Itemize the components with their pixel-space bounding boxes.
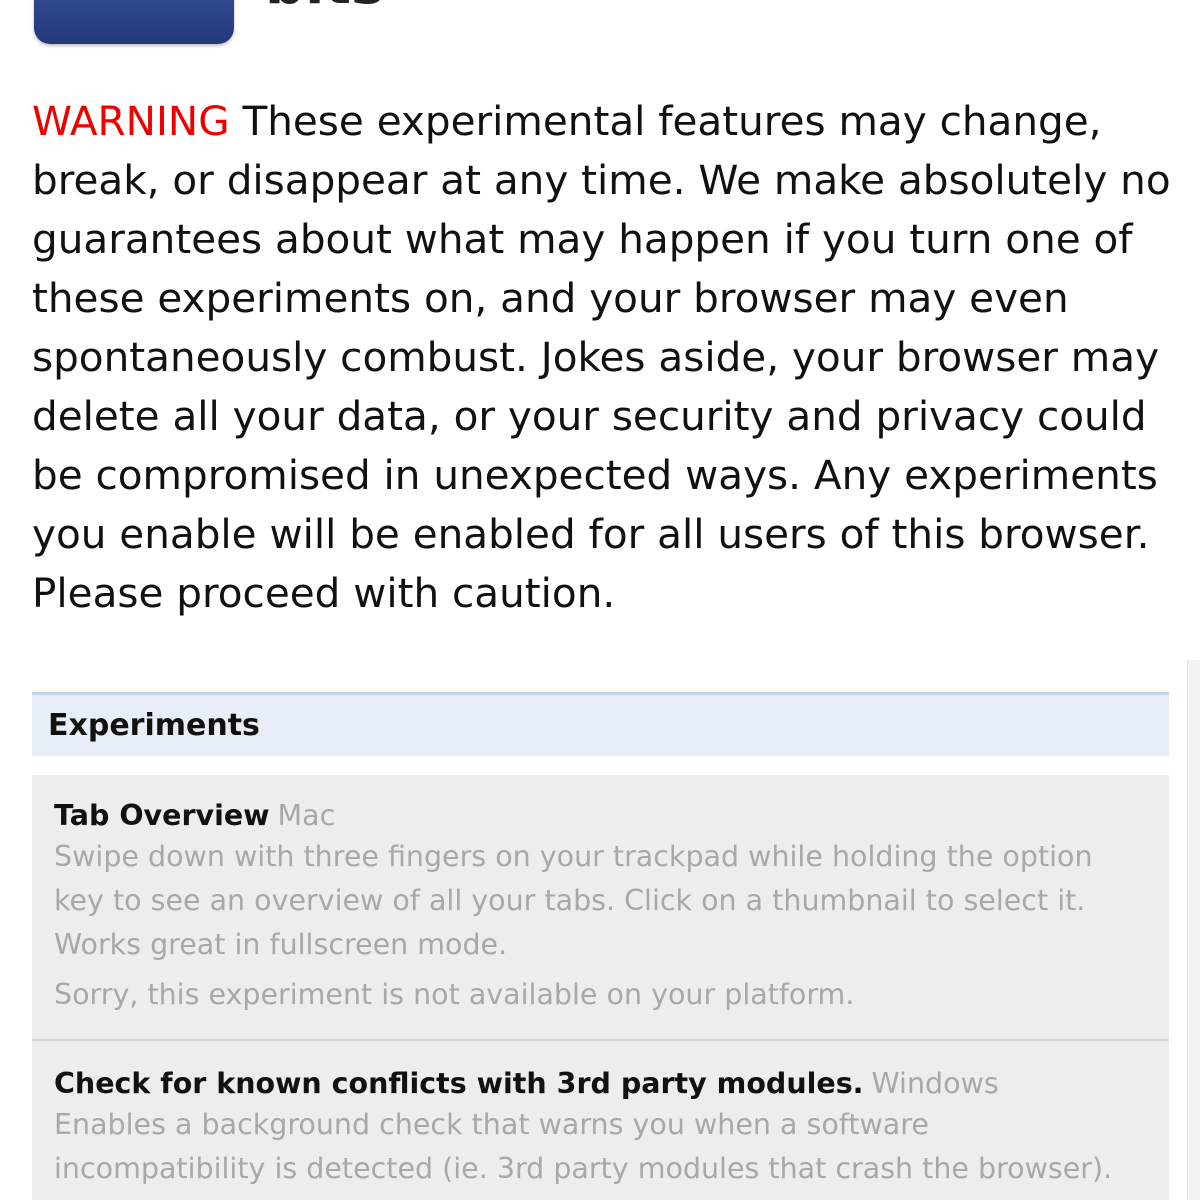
experiments-section: Experiments Tab Overview Mac Swipe down w… <box>32 692 1169 1200</box>
experiment-heading: Check for known conflicts with 3rd party… <box>54 1065 1147 1103</box>
experiment-platform: Mac <box>277 799 336 832</box>
experiment-description: Enables a background check that warns yo… <box>54 1108 1113 1185</box>
experiments-list: Tab Overview Mac Swipe down with three fi… <box>32 775 1169 1200</box>
experiment-module-conflicts: Check for known conflicts with 3rd party… <box>32 1041 1169 1200</box>
page-scrollbar[interactable] <box>1187 660 1200 1200</box>
experiments-title: Experiments <box>48 708 260 743</box>
experiment-description: Swipe down with three fingers on your tr… <box>54 840 1093 961</box>
experiment-name: Tab Overview <box>54 799 270 832</box>
warning-text: These experimental features may change, … <box>32 97 1171 617</box>
experiment-unavailable-note: Sorry, this experiment is not available … <box>54 978 855 1011</box>
app-logo-icon <box>34 0 234 44</box>
warning-message: WARNING These experimental features may … <box>32 92 1182 623</box>
experiment-heading: Tab Overview Mac <box>54 797 1147 835</box>
flags-page: bits WARNING These experimental features… <box>0 0 1200 1200</box>
experiment-tab-overview: Tab Overview Mac Swipe down with three fi… <box>32 775 1169 1041</box>
experiments-header: Experiments <box>32 692 1169 756</box>
warning-label: WARNING <box>32 97 230 145</box>
experiment-name: Check for known conflicts with 3rd party… <box>54 1067 864 1100</box>
experiment-platform: Windows <box>871 1067 999 1100</box>
page-title: bits <box>265 0 384 17</box>
